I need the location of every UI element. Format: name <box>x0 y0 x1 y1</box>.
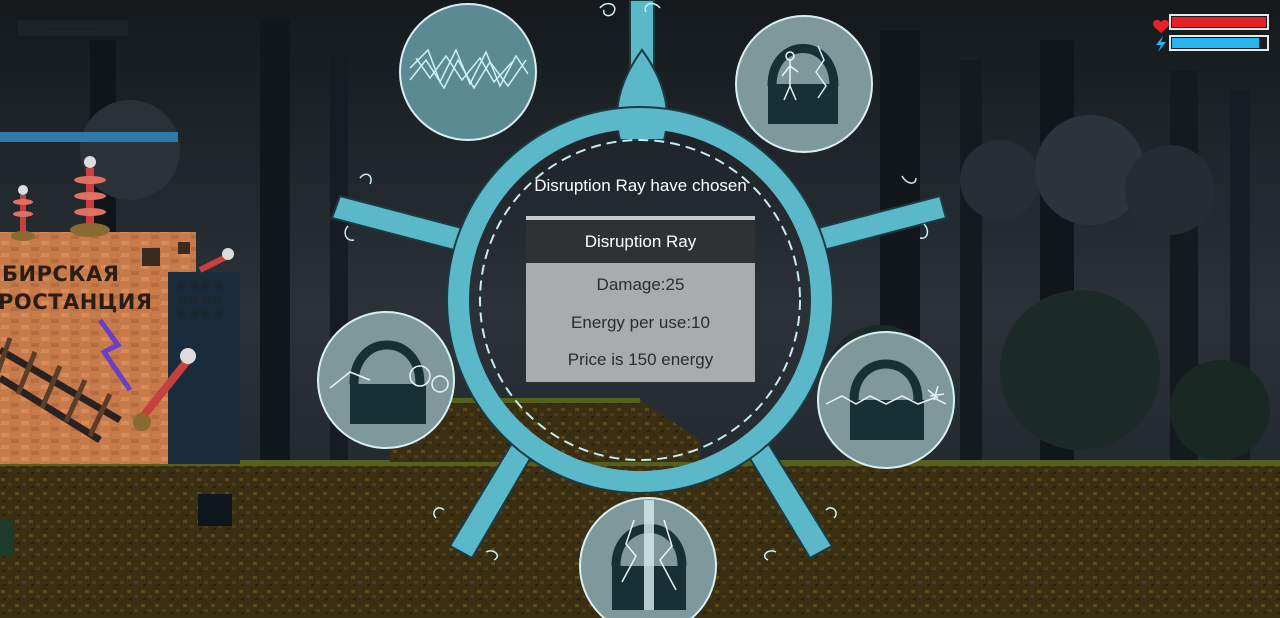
weapon-info-panel: Disruption Ray Damage:25 Energy per use:… <box>526 216 755 382</box>
health-bar-fill <box>1172 17 1266 27</box>
weapon-price: Price is 150 energy <box>567 350 714 369</box>
weapon-name: Disruption Ray <box>526 216 755 263</box>
station-sign-line-2: РОСТАНЦИЯ <box>0 290 153 314</box>
weapon-damage: Damage:25 <box>596 275 685 294</box>
weapon-energy-cost: Energy per use:10 <box>571 313 710 332</box>
weapon-slot-4[interactable] <box>817 331 955 469</box>
weapon-stats: Damage:25 Energy per use:10 Price is 150… <box>526 263 755 382</box>
weapon-chosen-title: Disruption Ray have chosen <box>534 176 747 195</box>
energy-bar-fill <box>1172 38 1259 48</box>
weapon-slot-3[interactable] <box>317 311 455 449</box>
weapon-slot-2[interactable] <box>735 15 873 153</box>
game-logo: ~~~~~~~~~ <box>18 20 128 36</box>
weapon-slot-1[interactable] <box>399 3 537 141</box>
svg-text:~~~~~~~~~: ~~~~~~~~~ <box>46 24 99 35</box>
station-sign-line-1: БИРСКАЯ <box>2 262 120 286</box>
